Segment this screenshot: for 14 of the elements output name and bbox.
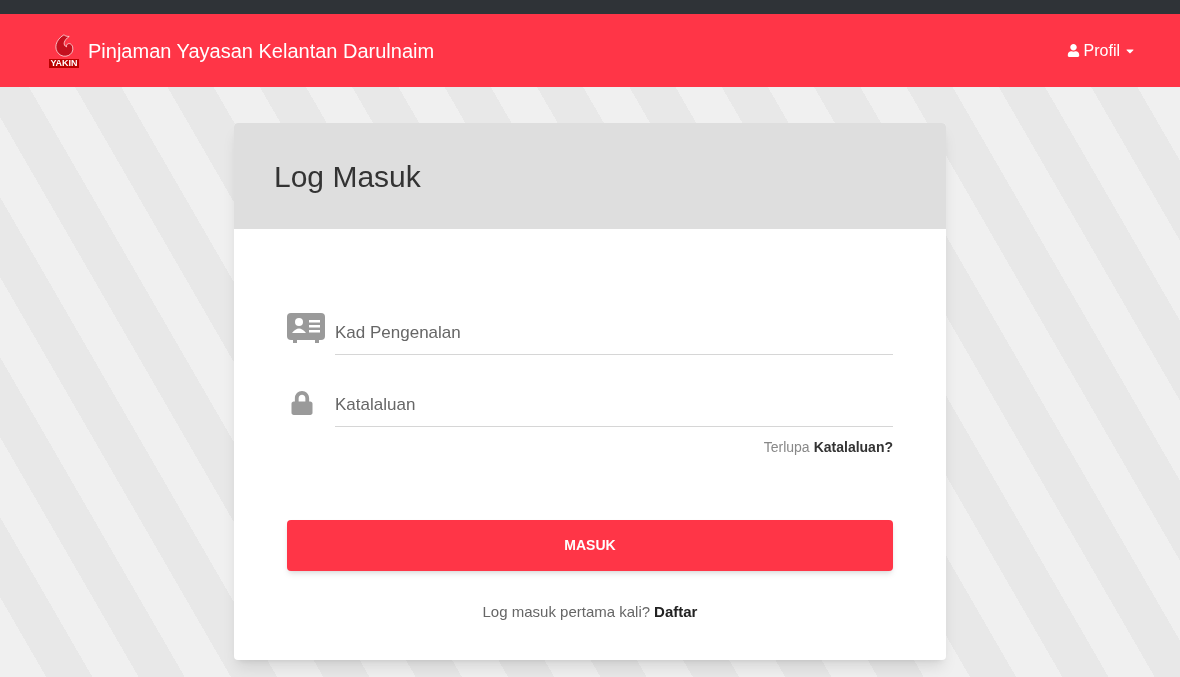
user-icon bbox=[1066, 44, 1080, 57]
forgot-text: Terlupa bbox=[763, 438, 810, 457]
card-title: Log Masuk bbox=[274, 158, 421, 195]
input-field[interactable]: Kad Pengenalan bbox=[335, 311, 893, 355]
app-title: Pinjaman Yayasan Kelantan Darulnaim bbox=[88, 38, 435, 64]
logo: YAKIN bbox=[44, 33, 84, 68]
input-field[interactable]: Katalaluan bbox=[335, 383, 893, 427]
submit-button[interactable]: MASUK bbox=[287, 520, 893, 571]
forgot-password-link[interactable]: Katalaluan? bbox=[813, 437, 893, 458]
id-card-icon bbox=[287, 313, 325, 343]
signup-prompt: Log masuk pertama kali? bbox=[482, 602, 651, 622]
signup-link[interactable]: Daftar bbox=[654, 601, 698, 624]
lock-icon bbox=[291, 391, 313, 415]
profile-menu[interactable]: Profil bbox=[1066, 38, 1136, 63]
